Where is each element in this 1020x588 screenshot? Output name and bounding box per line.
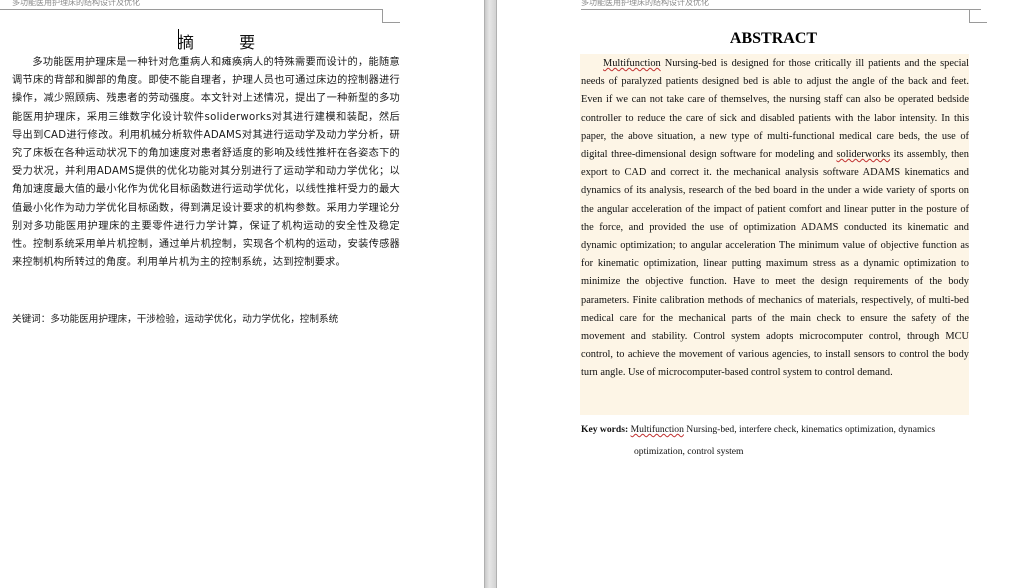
page-right: 多功能医用护理床的结构设计及优化 ABSTRACT Multifunction … [497, 0, 1020, 588]
page-left: 多功能医用护理床的结构设计及优化 摘 要 多功能医用护理床是一种针对危重病人和瘫… [0, 0, 484, 588]
abstract-body-cn[interactable]: 多功能医用护理床是一种针对危重病人和瘫痪病人的特殊需要而设计的，能随意调节床的背… [12, 54, 400, 272]
margin-corner-mark [969, 9, 970, 23]
page-header: 多功能医用护理床的结构设计及优化 [581, 0, 709, 7]
margin-corner-mark [969, 22, 987, 23]
page-header: 多功能医用护理床的结构设计及优化 [12, 0, 140, 7]
keywords-continuation: optimization, control system [634, 446, 744, 457]
spellcheck-word[interactable]: Multifunction [631, 424, 684, 435]
header-rule [581, 9, 981, 10]
abstract-body-en[interactable]: Multifunction Nursing-bed is designed fo… [581, 55, 969, 383]
keywords-label: Key words: [581, 424, 629, 435]
abstract-text: Nursing-bed is designed for those critic… [581, 58, 969, 161]
header-rule [0, 9, 382, 10]
margin-corner-mark [382, 22, 400, 23]
keywords-text: Nursing-bed, interfere check, kinematics… [683, 424, 936, 435]
page-gutter [484, 0, 497, 588]
keywords-en[interactable]: Key words: Multifunction Nursing-bed, in… [581, 419, 968, 463]
abstract-title-cn: 摘 要 [178, 33, 276, 52]
spellcheck-word[interactable]: Multifunction [603, 58, 661, 69]
keywords-cn[interactable]: 关键词：多功能医用护理床，干涉检验，运动学优化，动力学优化，控制系统 [12, 311, 412, 325]
spellcheck-word[interactable]: soliderworks [836, 149, 890, 160]
abstract-text: its assembly, then export to CAD and cor… [581, 149, 969, 379]
abstract-title-en: ABSTRACT [729, 30, 818, 47]
margin-corner-mark [382, 9, 383, 23]
